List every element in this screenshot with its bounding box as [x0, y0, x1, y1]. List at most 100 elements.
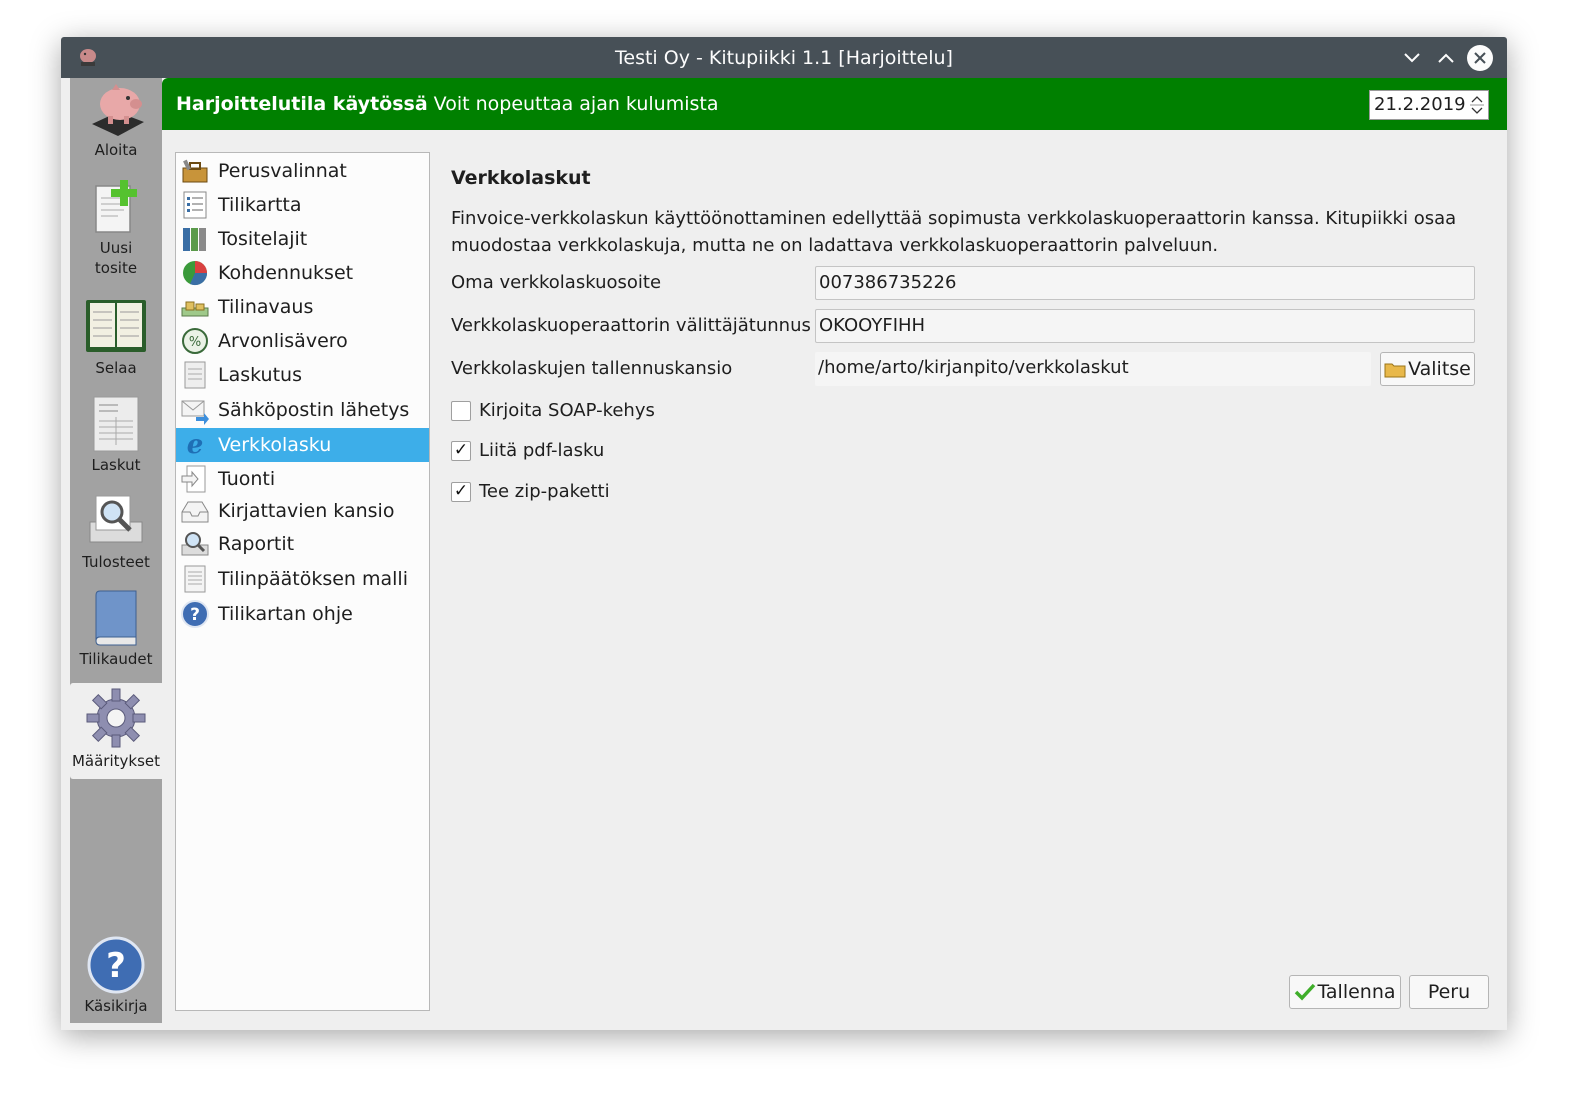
nav-item-verkkolasku[interactable]: e Verkkolasku: [176, 428, 429, 462]
nav-item-label: Verkkolasku: [218, 434, 332, 456]
close-button[interactable]: [1467, 45, 1493, 71]
ledger-book-icon: [86, 300, 146, 352]
document-icon: [184, 565, 206, 593]
spin-arrows-icon[interactable]: [1469, 94, 1485, 116]
money-icon: [181, 301, 209, 317]
soap-checkbox[interactable]: [451, 400, 471, 421]
nav-item-label: Tositelajit: [218, 228, 308, 250]
nav-item-tositelajit[interactable]: Tositelajit: [176, 222, 429, 256]
sidebar-item-label: Määritykset: [71, 752, 161, 770]
folder-icon: [1384, 363, 1406, 378]
choose-folder-label: Valitse: [1408, 358, 1471, 380]
nav-item-label: Tuonti: [218, 468, 276, 490]
sidebar-item-maaritykset[interactable]: Määritykset: [70, 683, 162, 779]
title-bar: Testi Oy - Kitupiikki 1.1 [Harjoittelu]: [61, 37, 1507, 78]
section-description: Finvoice-verkkolaskun käyttöönottaminen …: [451, 208, 1457, 256]
folder-field[interactable]: /home/arto/kirjanpito/verkkolaskut: [815, 352, 1371, 386]
sidebar-item-label: Selaa: [95, 359, 137, 377]
nav-item-label: Tilikartan ohje: [218, 603, 353, 625]
sidebar-item-selaa[interactable]: Selaa: [70, 298, 162, 378]
banner-message: Voit nopeuttaa ajan kulumista: [427, 93, 719, 115]
nav-item-tilinavaus[interactable]: Tilinavaus: [176, 290, 429, 324]
pdf-checkbox[interactable]: ✓: [451, 440, 471, 461]
print-preview-icon: [89, 495, 143, 543]
address-label: Oma verkkolaskuosoite: [451, 272, 662, 293]
maximize-button[interactable]: [1433, 45, 1459, 71]
nav-item-raportit[interactable]: Raportit: [176, 527, 429, 561]
nav-item-kohdennukset[interactable]: Kohdennukset: [176, 256, 429, 290]
minimize-button[interactable]: [1399, 45, 1425, 71]
address-field[interactable]: 007386735226: [815, 266, 1475, 300]
choose-folder-button[interactable]: Valitse: [1380, 352, 1475, 386]
nav-item-arvonlisavero[interactable]: % Arvonlisävero: [176, 324, 429, 358]
zip-checkbox[interactable]: ✓: [451, 481, 471, 502]
zip-checkbox-label: Tee zip-paketti: [479, 481, 610, 502]
pdf-checkbox-label: Liitä pdf-lasku: [479, 440, 605, 461]
save-label: Tallenna: [1317, 981, 1396, 1003]
pdf-checkbox-row[interactable]: ✓ Liitä pdf-lasku: [451, 440, 604, 461]
nav-item-laskutus[interactable]: Laskutus: [176, 358, 429, 392]
sidebar-item-label: Aloita: [94, 141, 138, 159]
cancel-button[interactable]: Peru: [1409, 975, 1489, 1009]
operator-label: Verkkolaskuoperaattorin välittäjätunnus: [451, 315, 811, 336]
main-sidebar: Aloita Uusi tosite Selaa Laskut Tulostee…: [70, 78, 162, 1023]
list-icon: [183, 191, 207, 219]
nav-item-label: Raportit: [218, 533, 295, 555]
svg-text:?: ?: [190, 605, 200, 625]
sidebar-item-label: Käsikirja: [84, 997, 148, 1015]
address-value: 007386735226: [819, 272, 957, 293]
operator-field[interactable]: OKOOYFIHH: [815, 309, 1475, 343]
sidebar-item-label: Laskut: [91, 456, 141, 474]
nav-item-tuonti[interactable]: Tuonti: [176, 462, 429, 496]
nav-item-tilikartta[interactable]: Tilikartta: [176, 188, 429, 222]
soap-checkbox-row[interactable]: Kirjoita SOAP-kehys: [451, 400, 655, 421]
nav-item-label: Kirjattavien kansio: [218, 500, 395, 522]
sidebar-item-aloita[interactable]: Aloita: [70, 80, 162, 160]
close-icon: [1474, 52, 1486, 64]
date-spinbox[interactable]: 21.2.2019: [1369, 90, 1489, 120]
book-icon: [95, 590, 137, 646]
invoice-doc-icon: [184, 361, 206, 389]
nav-item-label: Laskutus: [218, 364, 302, 386]
section-heading: Verkkolaskut: [451, 167, 591, 189]
pie-chart-icon: [183, 261, 208, 286]
report-icon: [181, 532, 209, 556]
nav-item-tilikartan-ohje[interactable]: ? Tilikartan ohje: [176, 597, 429, 631]
nav-item-label: Tilikartta: [218, 194, 302, 216]
nav-item-sahkopostin-lahetys[interactable]: Sähköpostin lähetys: [176, 393, 429, 427]
sidebar-item-label: Uusi tosite: [94, 239, 138, 277]
svg-text:?: ?: [106, 946, 126, 986]
sidebar-item-tulosteet[interactable]: Tulosteet: [70, 492, 162, 572]
sidebar-item-tilikaudet[interactable]: Tilikaudet: [70, 589, 162, 669]
cancel-label: Peru: [1427, 981, 1471, 1003]
nav-item-tilinpaatoksen-malli[interactable]: Tilinpäätöksen malli: [176, 562, 429, 596]
nav-item-perusvalinnat[interactable]: Perusvalinnat: [176, 154, 429, 188]
nav-item-label: Kohdennukset: [218, 262, 354, 284]
nav-item-label: Tilinavaus: [218, 296, 314, 318]
practice-mode-banner: Harjoittelutila käytössä Voit nopeuttaa …: [162, 78, 1507, 130]
window-title: Testi Oy - Kitupiikki 1.1 [Harjoittelu]: [615, 47, 953, 69]
sidebar-item-kasikirja[interactable]: ? Käsikirja: [70, 936, 162, 1016]
save-button[interactable]: Tallenna: [1289, 975, 1401, 1009]
nav-item-label: Tilinpäätöksen malli: [218, 568, 408, 590]
new-document-icon: [95, 180, 137, 233]
svg-text:%: %: [189, 335, 201, 350]
help-icon: ?: [87, 936, 145, 994]
chevron-down-icon: [1404, 53, 1420, 63]
checkmark-icon: [1295, 983, 1316, 1001]
tax-icon: %: [182, 328, 208, 354]
nav-item-kirjattavien-kansio[interactable]: Kirjattavien kansio: [176, 494, 429, 528]
nav-item-label: Perusvalinnat: [218, 160, 347, 182]
zip-checkbox-row[interactable]: ✓ Tee zip-paketti: [451, 481, 610, 502]
main-window: Testi Oy - Kitupiikki 1.1 [Harjoittelu] …: [61, 37, 1507, 1030]
help-icon: ?: [181, 600, 209, 628]
operator-value: OKOOYFIHH: [819, 315, 926, 336]
email-send-icon: [181, 400, 209, 425]
sidebar-item-uusi-tosite[interactable]: Uusi tosite: [70, 178, 162, 278]
sidebar-item-laskut[interactable]: Laskut: [70, 395, 162, 475]
folder-value: /home/arto/kirjanpito/verkkolaskut: [818, 357, 1129, 378]
sidebar-item-label: Tulosteet: [82, 553, 150, 571]
gear-icon: [86, 688, 146, 748]
invoice-icon: [93, 396, 139, 452]
settings-nav-list: Perusvalinnat Tilikartta Tositelajit Koh…: [175, 152, 430, 1011]
